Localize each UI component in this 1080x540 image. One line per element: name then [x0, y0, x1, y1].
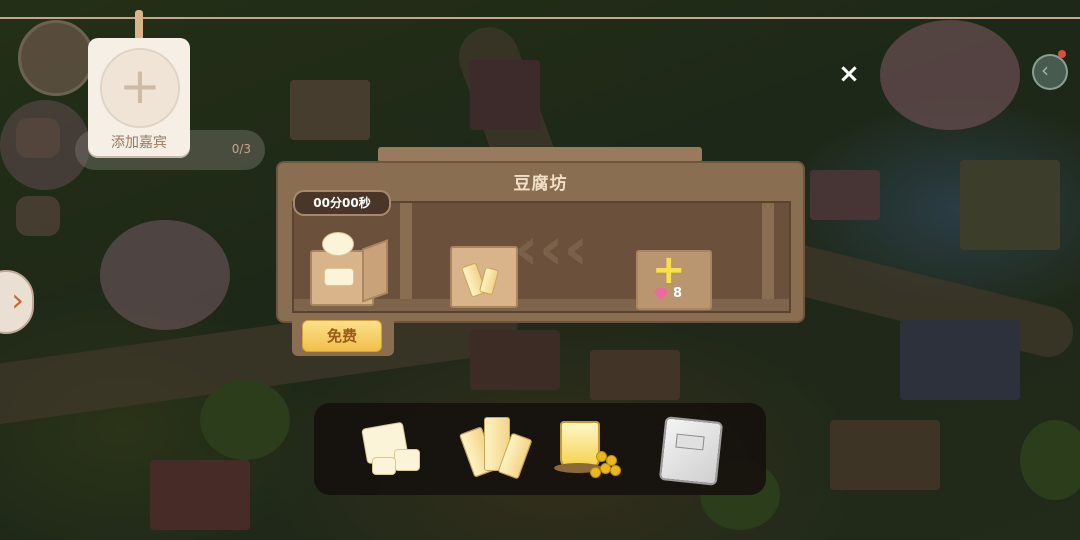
free-speedup-button[interactable]: 免费 [302, 320, 382, 352]
steam-icon [322, 232, 354, 256]
tray-item-flour-bag[interactable] [654, 411, 730, 487]
add-guest-label: 添加嘉宾 [111, 135, 167, 151]
flour-bag-icon [658, 416, 724, 486]
tofu-icon [394, 449, 420, 471]
production-timer: 00分00秒 [293, 190, 391, 216]
slot-divider [400, 203, 412, 311]
plus-icon: + [652, 247, 686, 293]
slot-divider [762, 203, 774, 311]
add-guest-circle[interactable]: + [100, 48, 180, 128]
mystery-guest-icon[interactable] [16, 196, 60, 236]
plus-icon: + [119, 57, 161, 115]
bag-label [675, 433, 705, 451]
bean-icon [590, 467, 601, 478]
tray-item-soymilk[interactable] [454, 411, 533, 487]
chevron-left-icon: ‹ [1041, 58, 1049, 82]
tag-string [135, 10, 143, 40]
bean-icon [610, 465, 621, 476]
top-divider [0, 17, 1080, 19]
unlock-slot[interactable]: + 8 [626, 240, 718, 310]
queue-arrow-icon: ‹‹‹ [514, 214, 589, 284]
task-icon[interactable] [16, 118, 60, 158]
player-avatar[interactable] [18, 20, 94, 96]
add-guest-card[interactable]: + 添加嘉宾 [88, 38, 190, 156]
soy-drink-icon [560, 421, 600, 469]
tray-item-tofu[interactable] [354, 411, 430, 487]
collapse-button[interactable]: ‹ [1032, 54, 1068, 90]
close-icon[interactable]: × [835, 60, 863, 88]
tofu-icon [324, 268, 354, 286]
unlock-cost: 8 [673, 286, 683, 301]
production-slot-tofu[interactable] [300, 218, 396, 314]
chevron-right-icon: › [11, 281, 24, 319]
product-tray [314, 403, 766, 495]
task-progress-text: 0/3 [231, 142, 251, 156]
tray-item-soy-drink[interactable] [554, 411, 630, 487]
notification-dot [1058, 50, 1066, 58]
box-lid [362, 239, 388, 303]
queue-slot-soymilk[interactable] [446, 240, 522, 310]
tofu-icon [372, 457, 396, 475]
